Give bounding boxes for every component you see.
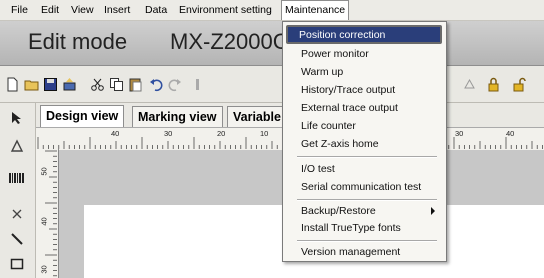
cut-icon[interactable] <box>90 77 105 92</box>
ruler-label: 40 <box>39 217 49 226</box>
menu-item-get-z-axis-home[interactable]: Get Z-axis home <box>301 136 379 152</box>
menu-maintenance[interactable]: Maintenance <box>281 0 350 20</box>
menu-item-external-trace-output[interactable]: External trace output <box>301 100 398 116</box>
ruler-label: 50 <box>39 167 49 176</box>
menu-item-serial-communication-test[interactable]: Serial communication test <box>301 179 421 195</box>
menu-view[interactable]: View <box>68 0 97 20</box>
menu-separator <box>297 199 437 201</box>
menu-separator <box>297 240 437 242</box>
menu-item-position-correction[interactable]: Position correction <box>299 27 385 43</box>
toolbar <box>0 66 544 103</box>
cross-point-tool-icon[interactable] <box>8 205 26 223</box>
save-icon[interactable] <box>43 77 58 92</box>
rotate-icon[interactable] <box>462 77 477 92</box>
tab-design-view[interactable]: Design view <box>40 105 125 128</box>
ruler-label: 30 <box>164 129 173 138</box>
align-icon[interactable] <box>190 77 205 92</box>
menu-data[interactable]: Data <box>142 0 170 20</box>
select-arrow-icon[interactable] <box>8 109 26 127</box>
paste-icon[interactable] <box>128 77 143 92</box>
menu-item-warm-up[interactable]: Warm up <box>301 64 343 80</box>
menu-environment-setting[interactable]: Environment setting <box>176 0 275 20</box>
new-file-icon[interactable] <box>5 77 20 92</box>
menu-file[interactable]: File <box>8 0 31 20</box>
open-folder-icon[interactable] <box>24 77 39 92</box>
menu-item-backup-restore[interactable]: Backup/Restore <box>301 203 376 219</box>
ruler-label: 10 <box>260 129 269 138</box>
ruler-label: 30 <box>39 265 49 274</box>
maintenance-menu: Position correction Power monitor Warm u… <box>282 21 447 262</box>
undo-icon[interactable] <box>149 77 164 92</box>
line-tool-icon[interactable] <box>8 230 26 248</box>
ruler-label: 40 <box>506 129 515 138</box>
menu-insert[interactable]: Insert <box>101 0 133 20</box>
mode-title: Edit mode <box>28 29 128 54</box>
mode-title-bar: Edit mode MX-Z2000C <box>0 21 544 66</box>
menu-separator <box>297 156 437 158</box>
menu-item-life-counter[interactable]: Life counter <box>301 118 356 134</box>
model-name: MX-Z2000C <box>170 29 289 54</box>
menu-bar: File Edit View Insert Data Environment s… <box>0 0 544 21</box>
triangle-tool-icon[interactable] <box>8 137 26 155</box>
submenu-arrow-icon <box>431 207 435 215</box>
ruler-label: 30 <box>455 129 464 138</box>
menu-item-install-truetype-fonts[interactable]: Install TrueType fonts <box>301 220 401 236</box>
transfer-icon[interactable] <box>62 77 77 92</box>
rectangle-tool-icon[interactable] <box>8 255 26 273</box>
redo-icon[interactable] <box>167 77 182 92</box>
vertical-ruler: 50 40 30 <box>36 149 59 278</box>
lock-icon[interactable] <box>486 77 501 92</box>
unlock-icon[interactable] <box>511 77 526 92</box>
menu-item-history-trace-output[interactable]: History/Trace output <box>301 82 395 98</box>
ruler-label: 40 <box>111 129 120 138</box>
menu-item-power-monitor[interactable]: Power monitor <box>301 46 369 62</box>
tab-marking-view[interactable]: Marking view <box>132 106 223 127</box>
copy-icon[interactable] <box>109 77 124 92</box>
tab-variable[interactable]: Variable <box>227 106 287 127</box>
menu-edit[interactable]: Edit <box>38 0 62 20</box>
menu-item-io-test[interactable]: I/O test <box>301 161 335 177</box>
ruler-label: 20 <box>217 129 226 138</box>
menu-item-version-management[interactable]: Version management <box>301 244 400 260</box>
tool-palette <box>0 103 36 278</box>
barcode-tool-icon[interactable] <box>8 169 26 187</box>
